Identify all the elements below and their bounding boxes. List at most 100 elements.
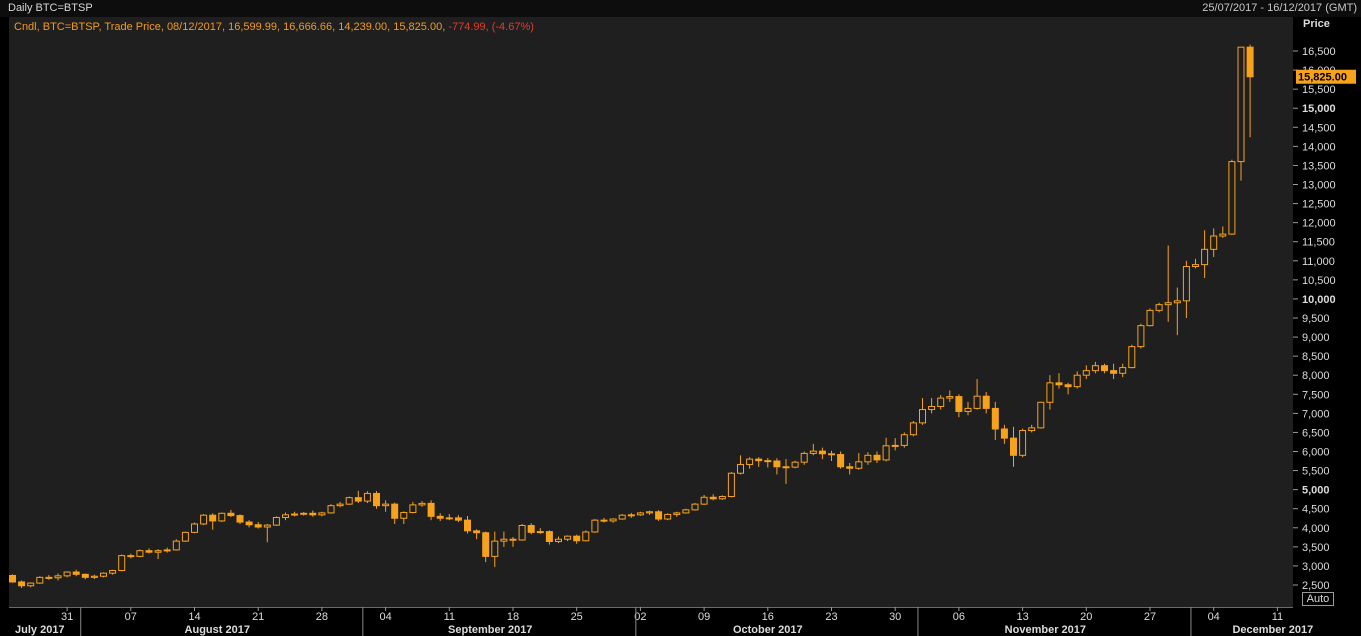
candle-body <box>473 530 481 534</box>
candle-body <box>755 458 763 462</box>
candle-body <box>682 509 690 514</box>
candle-body <box>928 405 936 411</box>
candle-body <box>36 576 44 584</box>
month-label: September 2017 <box>448 624 532 636</box>
x-tick-label: 07 <box>125 611 137 623</box>
candle-body <box>600 519 608 522</box>
candle-body <box>218 512 226 522</box>
month-label: October 2017 <box>733 624 803 636</box>
y-tick-label: 4,000 <box>1302 523 1330 535</box>
y-tick-label: 13,500 <box>1302 160 1336 172</box>
candle-body <box>291 513 299 516</box>
candle-body <box>800 452 808 463</box>
candle-body <box>382 503 390 507</box>
candle-body <box>1119 367 1127 374</box>
candle-body <box>145 550 153 553</box>
y-tick-label: 12,500 <box>1302 199 1336 211</box>
candle-body <box>18 581 26 587</box>
y-tick-label: 9,000 <box>1302 332 1330 344</box>
x-tick-label: 09 <box>698 611 710 623</box>
candle-body <box>664 513 672 520</box>
y-tick-label: 6,500 <box>1302 427 1330 439</box>
candle-body <box>127 555 135 558</box>
candle-body <box>627 514 635 517</box>
candle-body <box>582 531 590 542</box>
candle-body <box>655 511 663 520</box>
candle-body <box>673 512 681 515</box>
y-tick-label: 8,000 <box>1302 370 1330 382</box>
candle-body <box>418 502 426 506</box>
y-tick-label: 7,000 <box>1302 408 1330 420</box>
candle-body <box>709 496 717 500</box>
y-tick-label: 5,000 <box>1302 485 1330 497</box>
y-tick-label: 6,000 <box>1302 447 1330 459</box>
candle-body <box>1237 46 1245 163</box>
x-tick-label: 16 <box>762 611 774 623</box>
x-tick-label: 23 <box>825 611 837 623</box>
candle-body <box>891 444 899 447</box>
x-tick-label: 20 <box>1080 611 1092 623</box>
candle-body <box>782 466 790 469</box>
candle-body <box>254 524 262 528</box>
candle-body <box>454 517 462 521</box>
candle-body <box>163 549 171 552</box>
candle-body <box>937 397 945 407</box>
x-tick-label: 04 <box>379 611 391 623</box>
auto-scale-button[interactable]: Auto <box>1302 592 1334 606</box>
candle-body <box>818 450 826 455</box>
candle-body <box>464 519 471 532</box>
candle-body <box>336 503 344 507</box>
candle-body <box>873 454 881 461</box>
candle-body <box>1128 346 1136 369</box>
candle-body <box>482 532 490 557</box>
x-tick-label: 14 <box>188 611 200 623</box>
candle-body <box>63 571 71 577</box>
candle-body <box>181 531 189 542</box>
x-tick-label: 30 <box>889 611 901 623</box>
candle-body <box>1155 304 1163 311</box>
candle-body <box>373 492 380 507</box>
candle-body <box>1037 401 1045 429</box>
candle-body <box>900 434 908 446</box>
candle-body <box>345 497 353 505</box>
candle-body <box>282 514 289 518</box>
candle-body <box>236 515 244 523</box>
candle-body <box>363 492 371 502</box>
candle-body <box>855 461 863 469</box>
x-tick-label: 06 <box>953 611 965 623</box>
candle-body <box>982 395 990 409</box>
candle-body <box>327 505 335 514</box>
y-tick-label: 16,500 <box>1302 46 1336 58</box>
price-axis-title: Price <box>1303 18 1330 30</box>
y-tick-label: 5,500 <box>1302 466 1330 478</box>
y-tick-label: 3,000 <box>1302 561 1330 573</box>
candle-body <box>45 576 53 579</box>
candle-body <box>245 521 253 526</box>
price-chart[interactable]: 2,500 3,000 3,500 4,000 4,500 5,000 5,500 6,000… <box>0 0 1361 636</box>
x-tick-label: 04 <box>1208 611 1220 623</box>
candle-body <box>263 524 271 528</box>
y-tick-label: 12,000 <box>1302 218 1336 230</box>
candle-body <box>1046 382 1054 403</box>
candle-body <box>609 518 617 522</box>
candle-body <box>1082 370 1090 376</box>
candle-body <box>691 503 699 511</box>
x-tick-label: 21 <box>252 611 264 623</box>
candle-body <box>27 582 35 587</box>
candle-body <box>318 512 326 516</box>
candle-body <box>536 531 544 534</box>
candle-body <box>955 396 963 412</box>
candle-body <box>973 395 981 409</box>
legend-change: -774.99, (-4.67%) <box>448 21 534 33</box>
candle-body <box>909 422 917 436</box>
candle-body <box>828 453 835 456</box>
candle-body <box>491 540 499 557</box>
candle-body <box>200 514 208 525</box>
y-tick-label: 14,500 <box>1302 122 1336 134</box>
x-tick-label: 31 <box>61 611 73 623</box>
y-tick-label: 15,500 <box>1302 84 1336 96</box>
candle-body <box>54 575 62 579</box>
candle-body <box>1091 365 1099 372</box>
candle-body <box>172 540 180 551</box>
candle-body <box>700 496 708 505</box>
